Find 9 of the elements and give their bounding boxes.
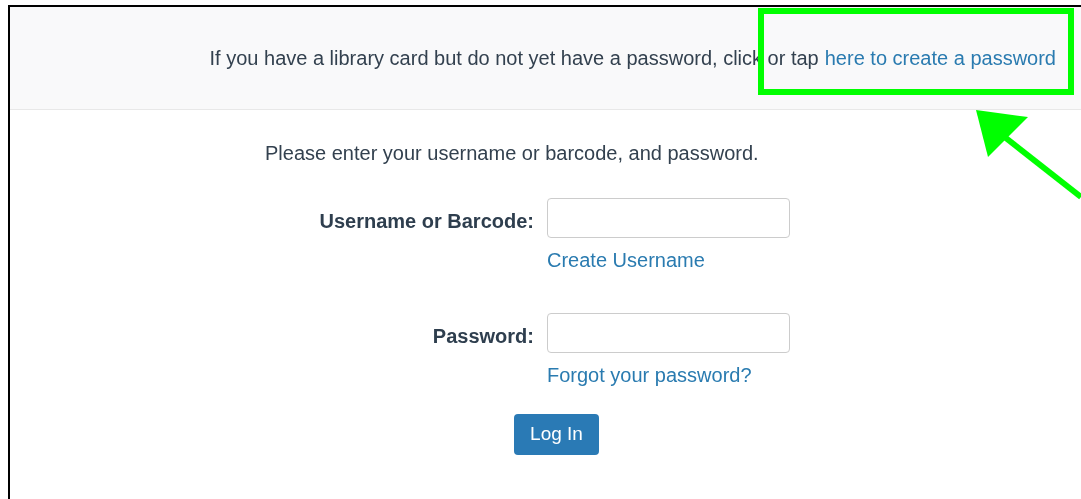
field-label: Password: xyxy=(432,324,534,349)
create-password-link[interactable]: here to create a password xyxy=(824,43,1056,73)
field-label: Username or Barcode: xyxy=(319,209,534,234)
field-link[interactable]: Create Username xyxy=(547,245,790,275)
input-field[interactable] xyxy=(547,198,790,238)
field-link[interactable]: Forgot your password? xyxy=(547,360,790,390)
instruction-text: Please enter your username or barcode, and password. xyxy=(265,141,759,166)
input-field[interactable] xyxy=(547,313,790,353)
login-button[interactable]: Log In xyxy=(514,414,599,455)
